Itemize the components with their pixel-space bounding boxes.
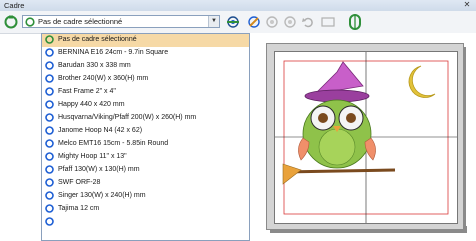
list-item-label: Barudan 330 x 338 mm: [58, 62, 131, 69]
list-item[interactable]: Brother 240(W) x 360(H) mm: [42, 73, 249, 86]
hoop-ring-icon: [45, 139, 54, 148]
hoop-ring-icon: [45, 126, 54, 135]
hoop-ring-icon: [45, 61, 54, 70]
list-item-label: Happy 440 x 420 mm: [58, 101, 125, 108]
hoop-toolbar: Pas de cadre sélectionné ▼: [0, 11, 476, 34]
list-item-label: Melco EMT16 15cm - 5.85in Round: [58, 140, 169, 147]
hoop-ring-icon: [45, 35, 54, 44]
hoop-dropdown-list[interactable]: Pas de cadre sélectionné BERNINA E16 24c…: [41, 33, 250, 241]
list-item[interactable]: Melco EMT16 15cm - 5.85in Round: [42, 138, 249, 151]
hoop-ring-icon: [45, 204, 54, 213]
hoop-select-combo[interactable]: Pas de cadre sélectionné ▼: [22, 15, 220, 28]
hoop-ring-icon: [45, 178, 54, 187]
list-item[interactable]: Fast Frame 2" x 4": [42, 86, 249, 99]
hoop-ring-icon: [45, 48, 54, 57]
rotate-right-icon[interactable]: [282, 14, 298, 30]
hoop-frame: [266, 43, 464, 230]
list-item[interactable]: SWF ORF-28: [42, 177, 249, 190]
hoop-ring-icon: [45, 100, 54, 109]
hoop-ring-icon: [45, 191, 54, 200]
list-item-label: Janome Hoop N4 (42 x 62): [58, 127, 143, 134]
list-item[interactable]: Singer 130(W) x 240(H) mm: [42, 190, 249, 203]
list-item-label: BERNINA E16 24cm - 9.7in Square: [58, 49, 169, 56]
list-item[interactable]: [42, 216, 249, 229]
hoop-position-icon[interactable]: [347, 14, 363, 30]
owl-embroidery-design[interactable]: [275, 52, 457, 223]
list-item-label: Singer 130(W) x 240(H) mm: [58, 192, 146, 199]
rotate-left-icon[interactable]: [264, 14, 280, 30]
settings-hoop-icon[interactable]: [225, 14, 241, 30]
list-item-label: Pas de cadre sélectionné: [58, 36, 137, 43]
combo-value: Pas de cadre sélectionné: [38, 17, 123, 26]
undo-icon[interactable]: [300, 14, 316, 30]
list-item[interactable]: BERNINA E16 24cm - 9.7in Square: [42, 47, 249, 60]
hoop-ring-icon: [45, 165, 54, 174]
hoop-ring-icon: [45, 87, 54, 96]
edit-hoop-icon[interactable]: [246, 14, 262, 30]
list-item-label: Husqvarna/Viking/Pfaff 200(W) x 260(H) m…: [58, 114, 197, 121]
hoop-ring-icon: [25, 17, 35, 27]
list-item[interactable]: Barudan 330 x 338 mm: [42, 60, 249, 73]
list-item[interactable]: Husqvarna/Viking/Pfaff 200(W) x 260(H) m…: [42, 112, 249, 125]
list-item[interactable]: Pas de cadre sélectionné: [42, 34, 249, 47]
hoop-ring-icon: [45, 74, 54, 83]
list-item-label: Fast Frame 2" x 4": [58, 88, 116, 95]
hoop-ring-icon: [45, 217, 54, 226]
list-item-label: SWF ORF-28: [58, 179, 101, 186]
list-item-label: Brother 240(W) x 360(H) mm: [58, 75, 149, 82]
hoop-ring-icon: [45, 113, 54, 122]
list-item-label: Mighty Hoop 11" x 13": [58, 153, 127, 160]
list-item[interactable]: Mighty Hoop 11" x 13": [42, 151, 249, 164]
hoop-ring-icon: [45, 152, 54, 161]
list-item[interactable]: Tajima 12 cm: [42, 203, 249, 216]
hoop-field: [274, 51, 458, 224]
hoop-green-icon[interactable]: [3, 14, 19, 30]
list-item[interactable]: Pfaff 130(W) x 130(H) mm: [42, 164, 249, 177]
list-item[interactable]: Janome Hoop N4 (42 x 62): [42, 125, 249, 138]
list-item[interactable]: Happy 440 x 420 mm: [42, 99, 249, 112]
window-title: Cadre: [4, 1, 25, 10]
more-icon[interactable]: [320, 14, 336, 30]
chevron-down-icon[interactable]: ▼: [208, 16, 219, 27]
list-item-label: Pfaff 130(W) x 130(H) mm: [58, 166, 140, 173]
close-icon[interactable]: ✕: [462, 0, 472, 10]
list-item-label: Tajima 12 cm: [58, 205, 100, 212]
